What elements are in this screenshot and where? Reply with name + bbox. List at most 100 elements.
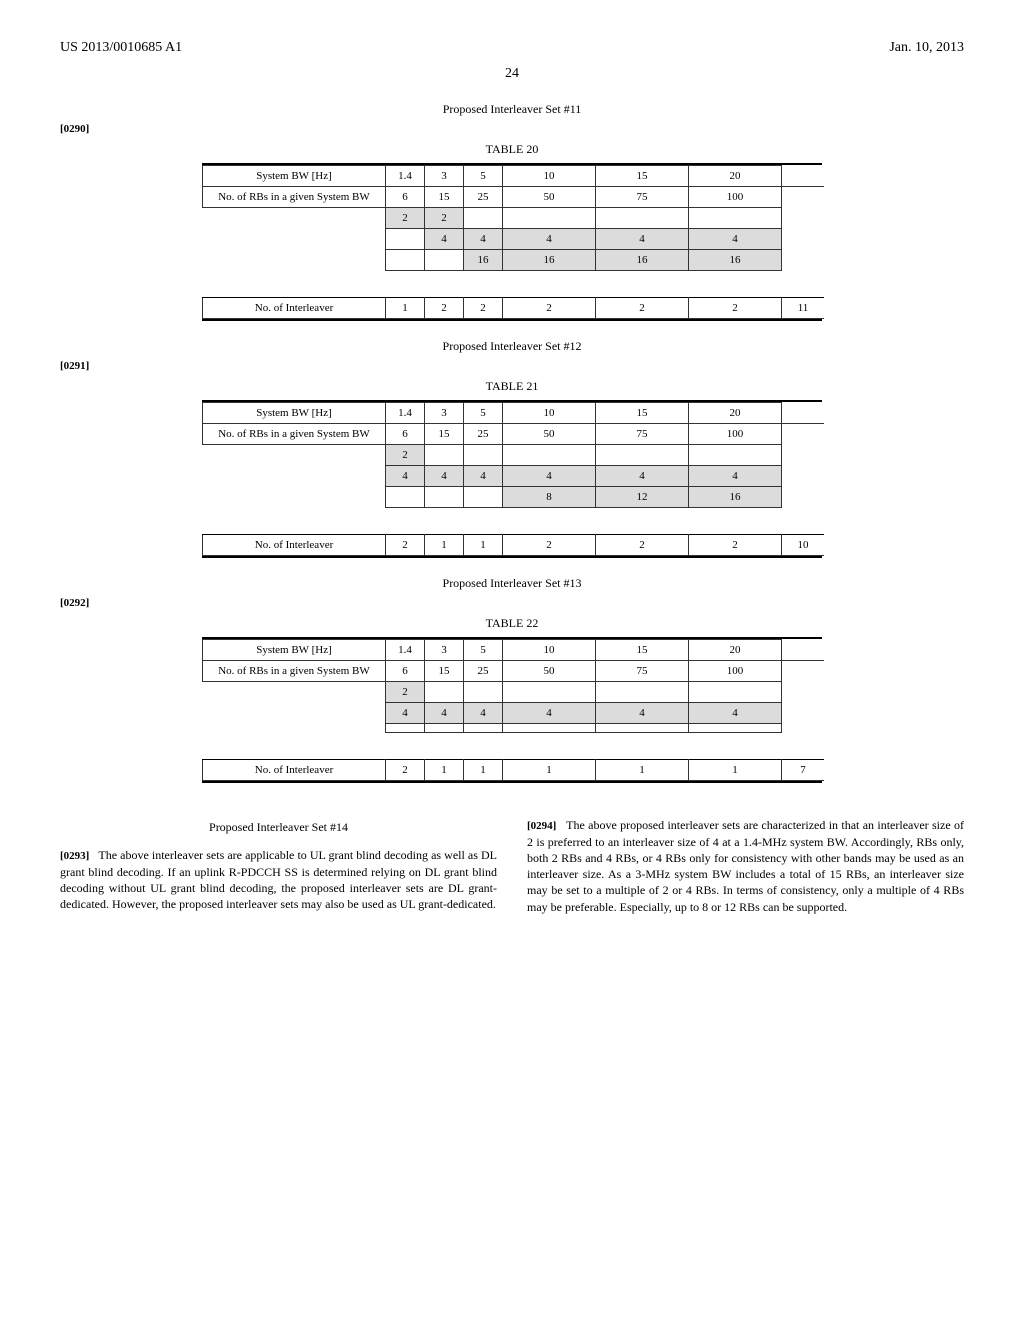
table-cell [425, 250, 464, 271]
publication-date: Jan. 10, 2013 [889, 40, 964, 56]
table-cell: 16 [689, 487, 782, 508]
table-cell: 75 [596, 424, 689, 445]
table-cell [386, 229, 425, 250]
table-cell: 8 [503, 487, 596, 508]
table-cell [782, 640, 825, 661]
table-cell [464, 208, 503, 229]
table-cell: 4 [425, 229, 464, 250]
table-cell: 2 [464, 298, 503, 319]
table-cell: 5 [464, 403, 503, 424]
table-cell: 75 [596, 661, 689, 682]
table-cell: 2 [425, 298, 464, 319]
table-cell [503, 208, 596, 229]
table-cell [782, 724, 825, 733]
row-label-system-bw: System BW [Hz] [203, 640, 386, 661]
column-left: Proposed Interleaver Set #14 [0293] The … [60, 805, 497, 927]
table-cell [203, 487, 386, 508]
table-cell: 1.4 [386, 403, 425, 424]
table-caption-22: TABLE 22 [60, 616, 964, 631]
table-cell [782, 466, 825, 487]
table-cell: 1.4 [386, 640, 425, 661]
table-cell: 2 [689, 298, 782, 319]
table-cell: 1 [689, 760, 782, 781]
paragraph-number-0291: [0291] [60, 360, 89, 372]
table-cell: 15 [425, 187, 464, 208]
table-cell: 4 [689, 229, 782, 250]
table-cell: 2 [503, 535, 596, 556]
table-cell [782, 661, 825, 682]
row-label-system-bw: System BW [Hz] [203, 403, 386, 424]
row-label-interleaver: No. of Interleaver [203, 298, 386, 319]
table-cell [689, 682, 782, 703]
table-cell: 25 [464, 187, 503, 208]
table-cell: 1 [425, 535, 464, 556]
table-cell: 15 [596, 403, 689, 424]
table-cell [782, 208, 825, 229]
row-label-rbs: No. of RBs in a given System BW [203, 187, 386, 208]
table-cell [782, 703, 825, 724]
table-cell [689, 445, 782, 466]
table-cell: 100 [689, 424, 782, 445]
table-cell: 6 [386, 661, 425, 682]
table-cell [782, 424, 825, 445]
table-cell [464, 724, 503, 733]
table-cell [689, 208, 782, 229]
table-cell: 4 [464, 466, 503, 487]
table-cell: 2 [386, 445, 425, 466]
table-cell: 100 [689, 187, 782, 208]
table-cell: 4 [503, 229, 596, 250]
table-cell: 4 [386, 466, 425, 487]
table-cell: 7 [782, 760, 825, 781]
table-cell [782, 487, 825, 508]
paragraph-number-0293: [0293] [60, 850, 89, 862]
table-cell [596, 208, 689, 229]
column-right: [0294] The above proposed interleaver se… [527, 805, 964, 927]
table-cell: 2 [503, 298, 596, 319]
table-cell: 2 [386, 208, 425, 229]
paragraph-number-0290: [0290] [60, 123, 89, 135]
table-cell: 15 [596, 166, 689, 187]
table-20: System BW [Hz]1.435101520No. of RBs in a… [202, 163, 822, 321]
table-cell: 16 [596, 250, 689, 271]
table-caption-20: TABLE 20 [60, 142, 964, 157]
table-cell: 25 [464, 661, 503, 682]
table-cell [203, 229, 386, 250]
table-cell: 15 [425, 661, 464, 682]
table-cell: 10 [503, 640, 596, 661]
table-cell [689, 724, 782, 733]
table-cell: 11 [782, 298, 825, 319]
table-cell: 6 [386, 187, 425, 208]
table-cell: 1 [503, 760, 596, 781]
table-cell: 4 [596, 229, 689, 250]
table-cell: 50 [503, 187, 596, 208]
table-cell [782, 250, 825, 271]
table-cell: 1 [464, 535, 503, 556]
table-cell [203, 208, 386, 229]
paragraph-text-0294: The above proposed interleaver sets are … [527, 818, 964, 914]
table-cell [782, 166, 825, 187]
table-cell [425, 724, 464, 733]
row-label-interleaver: No. of Interleaver [203, 535, 386, 556]
table-cell: 15 [596, 640, 689, 661]
table-cell: 4 [425, 466, 464, 487]
table-cell: 20 [689, 640, 782, 661]
table-cell [596, 445, 689, 466]
table-cell: 3 [425, 166, 464, 187]
table-cell: 1 [386, 298, 425, 319]
table-cell: 10 [503, 403, 596, 424]
table-cell [782, 403, 825, 424]
table-cell [386, 250, 425, 271]
table-cell [203, 682, 386, 703]
table-caption-21: TABLE 21 [60, 379, 964, 394]
table-cell [203, 724, 386, 733]
section-title-11: Proposed Interleaver Set #11 [60, 102, 964, 117]
table-cell [596, 682, 689, 703]
section-title-13: Proposed Interleaver Set #13 [60, 576, 964, 591]
table-cell: 1 [464, 760, 503, 781]
table-cell: 20 [689, 403, 782, 424]
table-cell: 16 [503, 250, 596, 271]
table-cell: 6 [386, 424, 425, 445]
table-cell: 10 [503, 166, 596, 187]
table-cell [464, 487, 503, 508]
table-cell: 16 [464, 250, 503, 271]
